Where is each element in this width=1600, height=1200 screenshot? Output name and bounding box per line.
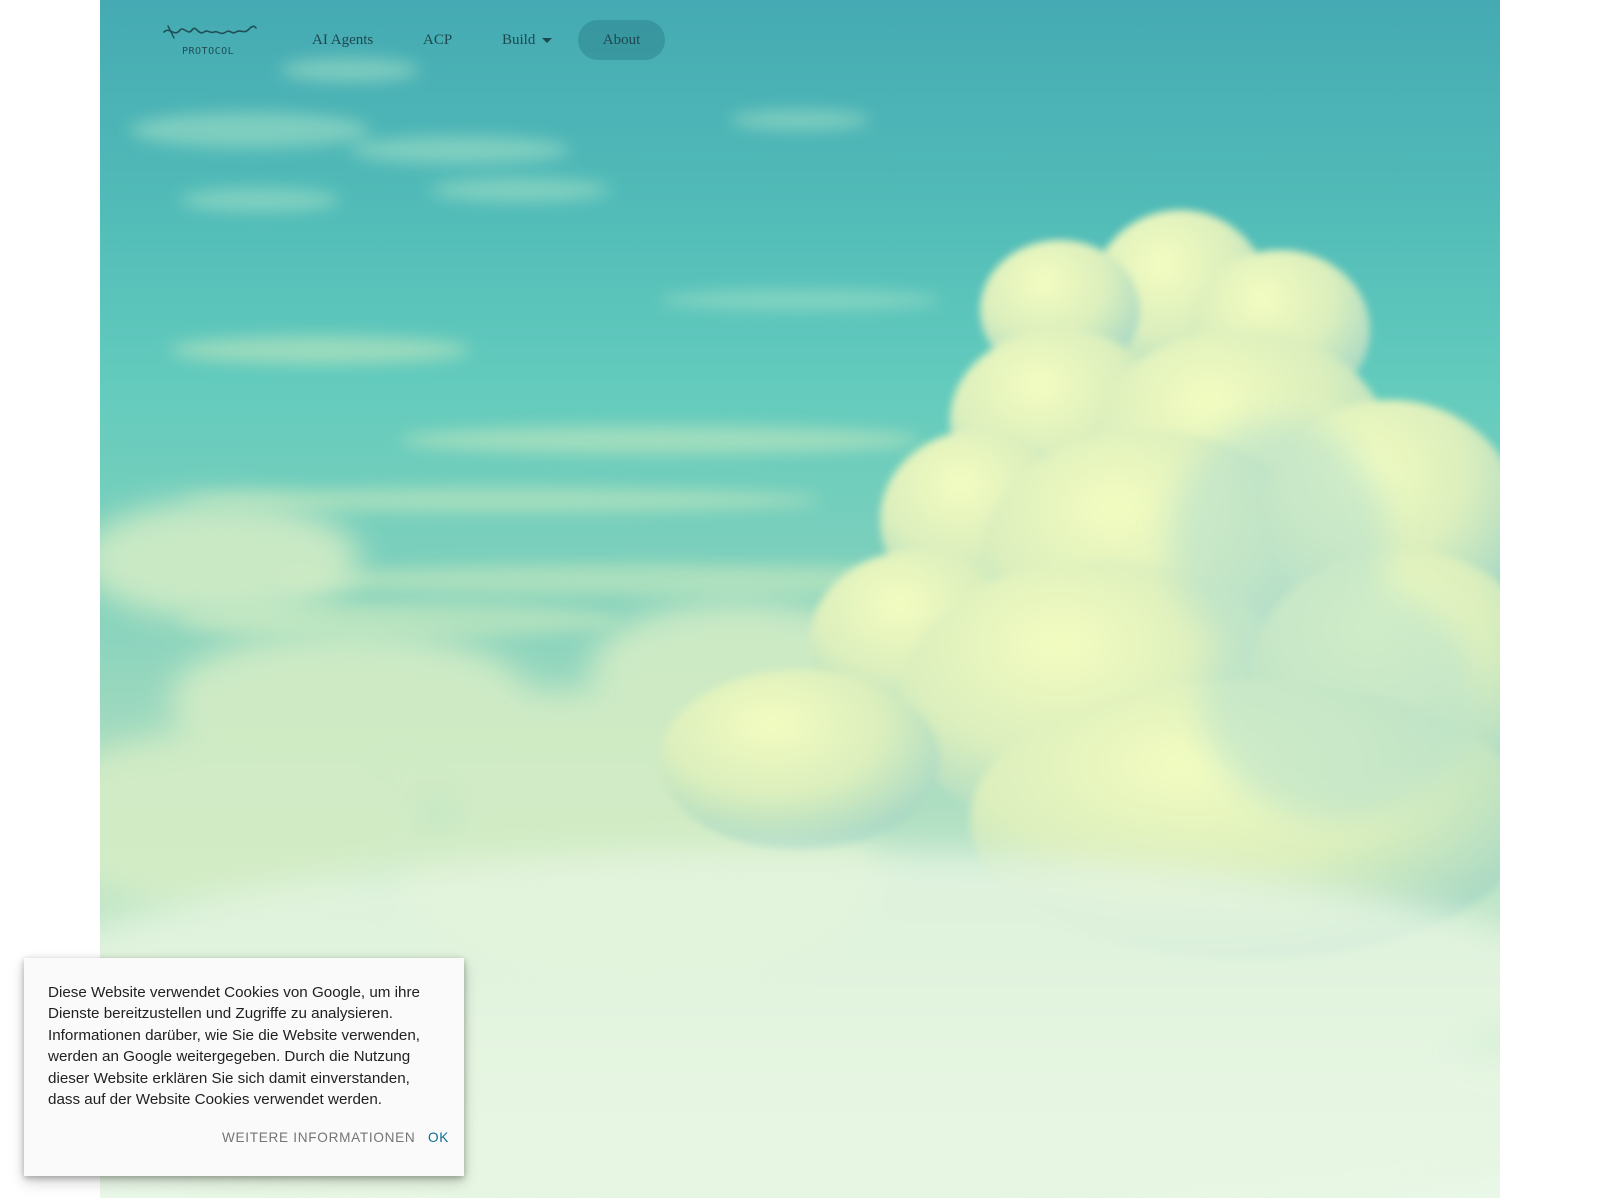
more-info-button[interactable]: WEITERE INFORMATIONEN <box>222 1130 415 1145</box>
logo-subtitle: PROTOCOL <box>182 46 235 57</box>
cookie-banner-text: Diese Website verwendet Cookies von Goog… <box>48 984 421 1109</box>
logo[interactable]: PROTOCOL <box>162 20 258 62</box>
page: PROTOCOL AI Agents ACP Build About Diese… <box>0 0 1600 1200</box>
ok-button[interactable]: OK <box>428 1130 449 1145</box>
nav-ai-agents[interactable]: AI Agents <box>312 20 373 60</box>
nav-build[interactable]: Build <box>502 20 553 60</box>
logo-script-mark <box>163 25 257 39</box>
nav-build-label: Build <box>502 32 536 48</box>
cookie-banner: Diese Website verwendet Cookies von Goog… <box>24 958 464 1176</box>
caret-down-icon <box>542 38 553 44</box>
nav-about[interactable]: About <box>578 20 665 60</box>
top-navigation: PROTOCOL AI Agents ACP Build About <box>100 0 1500 82</box>
nav-acp[interactable]: ACP <box>423 20 452 60</box>
